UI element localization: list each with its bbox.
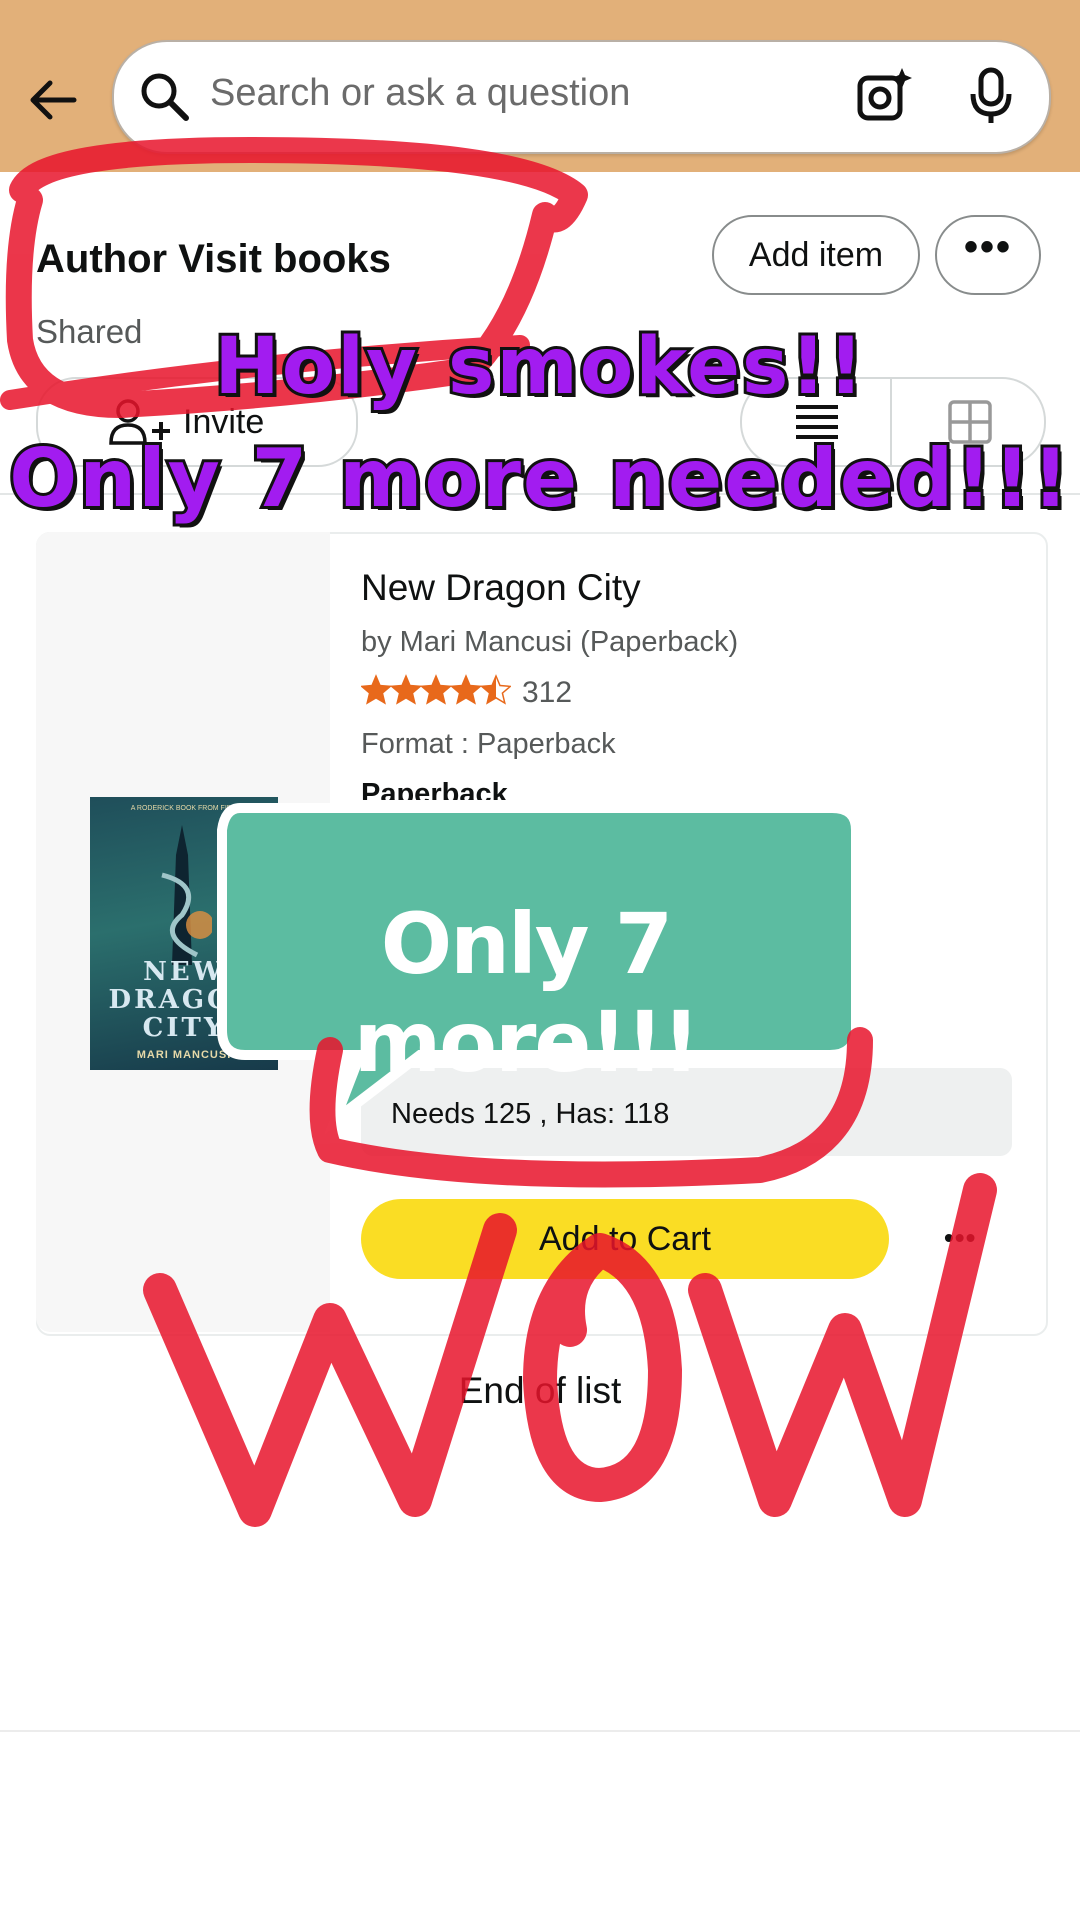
caption-line-1: Holy smokes!! [211,319,866,415]
caption-line-2: Only 7 more needed!!! [6,429,1072,528]
rating-count[interactable]: 312 [522,676,572,710]
top-search-bar: Search or ask a question [0,0,1080,172]
needs-has-text: Needs 125 , Has: 118 [391,1098,670,1130]
cover-top-line: A RODERICK BOOK FROM FIDO [130,805,238,812]
star-icon [449,674,483,705]
add-to-cart-button[interactable]: Add to Cart [361,1199,889,1279]
item-author: by Mari Mancusi (Paperback) [361,626,739,658]
star-icon [419,674,453,705]
list-title: Author Visit books [36,237,391,281]
star-icon [361,674,393,705]
back-arrow-icon[interactable] [24,70,84,130]
search-input[interactable]: Search or ask a question [210,72,630,115]
camera-lens-icon[interactable] [854,66,914,126]
speech-bubble-text: Only 7 more!!! [353,895,701,1091]
end-of-list-label: End of list [458,1370,622,1411]
star-icon [479,674,511,705]
add-item-button[interactable]: Add item [712,215,920,295]
star-icon [389,674,423,705]
item-format: Format : Paperback [361,728,616,760]
star-rating[interactable] [361,674,511,706]
microphone-icon[interactable] [966,66,1016,126]
search-icon [141,73,189,121]
bottom-divider [0,1730,1080,1732]
search-field[interactable]: Search or ask a question [112,40,1051,154]
item-more-button[interactable]: ••• [944,1222,976,1254]
item-title-link[interactable]: New Dragon City [361,567,641,609]
list-more-button[interactable]: ••• [935,215,1041,295]
item-format-detail: Paperback [361,778,508,800]
